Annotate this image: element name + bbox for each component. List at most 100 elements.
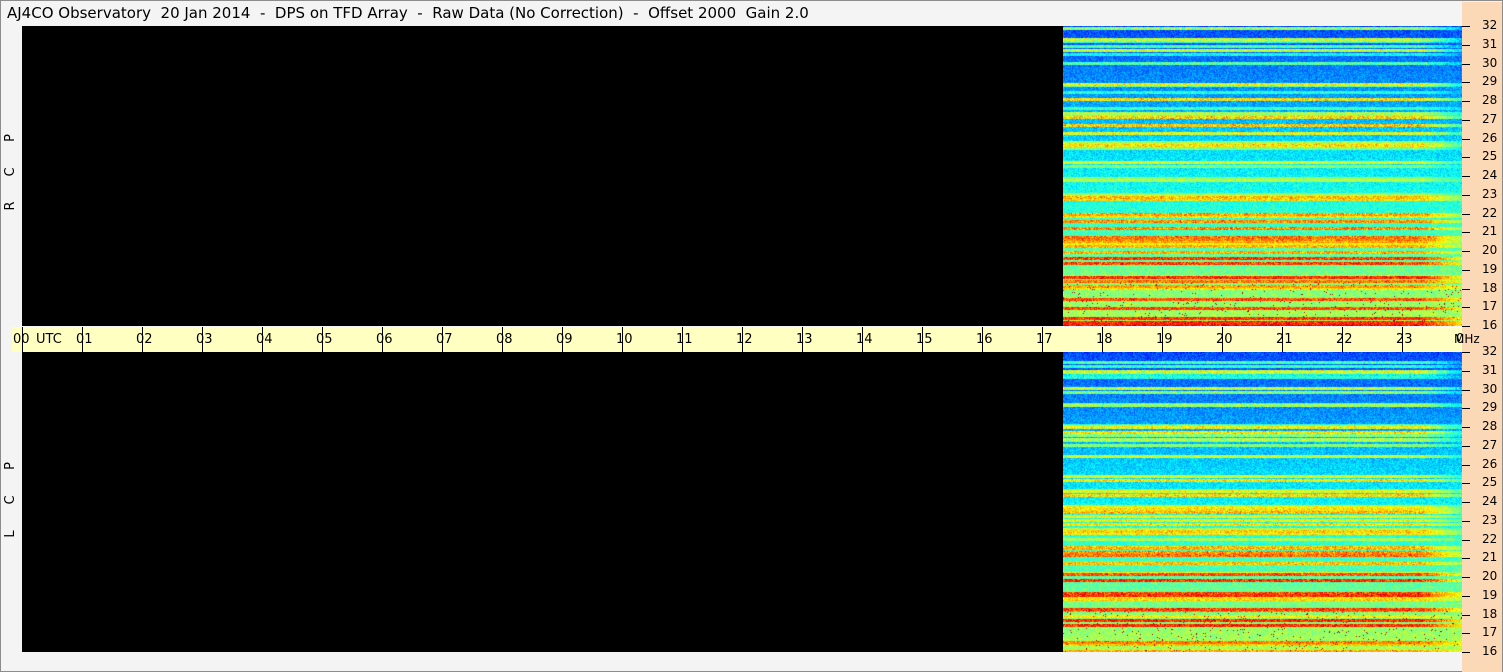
rcp-spectrogram [22,26,1462,326]
time-label: 03 [196,332,213,347]
time-label: 09 [556,332,573,347]
freq-tick [1462,64,1470,65]
freq-label: 23 [1482,187,1498,201]
freq-label: 26 [1482,457,1498,471]
freq-label: 20 [1482,569,1498,583]
freq-tick [1462,120,1470,121]
freq-tick [1462,577,1470,578]
time-label: 18 [1096,332,1113,347]
time-label: 16 [976,332,993,347]
time-label: 11 [676,332,693,347]
freq-tick [1462,558,1470,559]
freq-label: 19 [1482,588,1498,602]
freq-tick [1462,633,1470,634]
freq-tick [1462,82,1470,83]
time-label: 21 [1276,332,1293,347]
freq-tick [1462,502,1470,503]
freq-label: 19 [1482,262,1498,276]
time-label: 19 [1156,332,1173,347]
time-label: 20 [1216,332,1233,347]
freq-label: 18 [1482,281,1498,295]
freq-label: 24 [1482,168,1498,182]
freq-tick [1462,289,1470,290]
freq-tick [1462,307,1470,308]
freq-tick [1462,371,1470,372]
time-label: 04 [256,332,273,347]
time-label: 05 [316,332,333,347]
freq-tick [1462,157,1470,158]
freq-label: 17 [1482,625,1498,639]
freq-tick [1462,652,1470,653]
freq-tick [1462,465,1470,466]
freq-label: 26 [1482,131,1498,145]
freq-label: 25 [1482,475,1498,489]
freq-tick [1462,45,1470,46]
time-label: 00 [13,332,30,347]
freq-label: 29 [1482,400,1498,414]
rcp-spectrogram-data [1063,26,1462,326]
freq-tick [1462,596,1470,597]
freq-label: 32 [1482,344,1498,358]
freq-tick [1462,521,1470,522]
freq-label: 30 [1482,56,1498,70]
freq-label: 31 [1482,37,1498,51]
time-axis: 00 01 02 03 04 05 06 07 08 09 10 11 12 13 14 15 16 17 18 19… [12,327,1473,352]
freq-tick [1462,26,1470,27]
freq-tick [1462,352,1470,353]
freq-tick [1462,326,1470,327]
freq-tick [1462,615,1470,616]
lcp-spectrogram-data [1063,352,1462,652]
freq-label: 20 [1482,243,1498,257]
freq-label: 24 [1482,494,1498,508]
freq-label: 16 [1482,318,1498,332]
freq-label: 30 [1482,382,1498,396]
freq-tick [1462,408,1470,409]
freq-label: 31 [1482,363,1498,377]
freq-tick [1462,139,1470,140]
freq-tick [1462,270,1470,271]
time-label: 17 [1036,332,1053,347]
time-label: 14 [856,332,873,347]
time-label: 08 [496,332,513,347]
time-label: 06 [376,332,393,347]
freq-label: 21 [1482,550,1498,564]
freq-label: 27 [1482,112,1498,126]
time-label: 15 [916,332,933,347]
utc-label: UTC [36,332,62,347]
frequency-axis: 32 31 30 29 28 27 26 25 24 23 22 21 20 19 18 17 16 32 31 30… [1454,2,1502,672]
freq-tick [1462,195,1470,196]
lcp-spectrogram [22,352,1462,652]
freq-label: 22 [1482,532,1498,546]
freq-tick [1462,232,1470,233]
time-label: 13 [796,332,813,347]
spectrogram-window: AJ4CO Observatory 20 Jan 2014 - DPS on T… [0,0,1503,672]
freq-tick [1462,214,1470,215]
freq-tick [1462,101,1470,102]
lcp-panel-label: P C L [1,449,21,551]
freq-tick [1462,427,1470,428]
window-title: AJ4CO Observatory 20 Jan 2014 - DPS on T… [7,4,809,22]
freq-label: 25 [1482,149,1498,163]
freq-label: 21 [1482,224,1498,238]
freq-tick [1462,446,1470,447]
freq-label: 32 [1482,18,1498,32]
freq-tick [1462,176,1470,177]
freq-tick [1462,390,1470,391]
freq-label: 28 [1482,419,1498,433]
time-label: 01 [76,332,93,347]
freq-tick [1462,483,1470,484]
time-label: 10 [616,332,633,347]
rcp-panel-label: P C R [1,121,21,223]
mhz-label: MHz [1454,332,1480,346]
freq-tick [1462,540,1470,541]
freq-label: 28 [1482,93,1498,107]
freq-label: 18 [1482,607,1498,621]
freq-tick [1462,251,1470,252]
freq-label: 23 [1482,513,1498,527]
time-label: 07 [436,332,453,347]
time-label: 02 [136,332,153,347]
freq-label: 27 [1482,438,1498,452]
freq-label: 16 [1482,644,1498,658]
freq-label: 29 [1482,74,1498,88]
time-label: 12 [736,332,753,347]
